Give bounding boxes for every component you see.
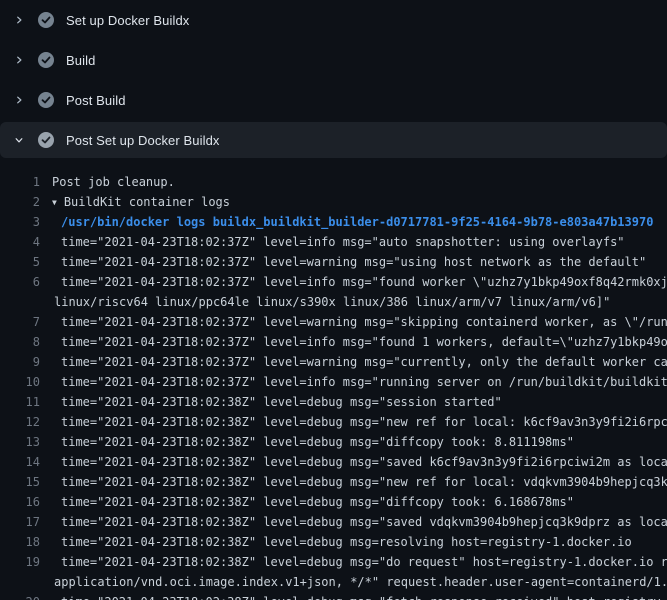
log-line: 19 time="2021-04-23T18:02:38Z" level=debu…	[0, 552, 667, 572]
log-line: 7 time="2021-04-23T18:02:37Z" level=warni…	[0, 312, 667, 332]
log-text: time="2021-04-23T18:02:37Z" level=info m…	[61, 272, 667, 292]
chevron-down-icon[interactable]	[12, 132, 26, 148]
step-row-build[interactable]: Build	[0, 40, 667, 80]
log-text: time="2021-04-23T18:02:38Z" level=debug …	[61, 452, 667, 472]
log-line-number[interactable]: 10	[0, 372, 40, 392]
actions-log-viewer: Set up Docker Buildx Build Post Build	[0, 0, 667, 600]
step-label: Post Build	[66, 93, 126, 108]
log-line: 9 time="2021-04-23T18:02:37Z" level=warni…	[0, 352, 667, 372]
step-list: Set up Docker Buildx Build Post Build	[0, 0, 667, 158]
log-line: 13 time="2021-04-23T18:02:38Z" level=debu…	[0, 432, 667, 452]
log-line-number[interactable]: 7	[0, 312, 40, 332]
step-row-setup-docker-buildx[interactable]: Set up Docker Buildx	[0, 0, 667, 40]
log-line-number[interactable]: 19	[0, 552, 40, 572]
log-line-number[interactable]: 5	[0, 252, 40, 272]
log-line: 3/usr/bin/docker logs buildx_buildkit_bu…	[0, 212, 667, 232]
log-line: 17 time="2021-04-23T18:02:38Z" level=debu…	[0, 512, 667, 532]
log-command-text: /usr/bin/docker logs buildx_buildkit_bui…	[61, 212, 653, 232]
log-line-number[interactable]: 12	[0, 412, 40, 432]
check-circle-icon	[38, 92, 54, 108]
check-circle-icon	[38, 12, 54, 28]
step-row-post-setup-docker-buildx[interactable]: Post Set up Docker Buildx	[0, 122, 667, 158]
chevron-right-icon[interactable]	[12, 12, 26, 28]
step-label: Build	[66, 53, 95, 68]
log-text: time="2021-04-23T18:02:37Z" level=info m…	[61, 232, 625, 252]
log-line: 14 time="2021-04-23T18:02:38Z" level=debu…	[0, 452, 667, 472]
log-line-continuation: linux/riscv64 linux/ppc64le linux/s390x …	[0, 292, 667, 312]
log-line: 5 time="2021-04-23T18:02:37Z" level=warni…	[0, 252, 667, 272]
log-line-number	[0, 292, 40, 312]
log-line: 15 time="2021-04-23T18:02:38Z" level=debu…	[0, 472, 667, 492]
log-line: 2 ▼ BuildKit container logs	[0, 192, 667, 212]
log-line: 10 time="2021-04-23T18:02:37Z" level=info…	[0, 372, 667, 392]
log-text: time="2021-04-23T18:02:37Z" level=info m…	[61, 372, 667, 392]
log-line-number[interactable]: 9	[0, 352, 40, 372]
log-text: time="2021-04-23T18:02:38Z" level=debug …	[61, 592, 667, 600]
log-line-number[interactable]: 8	[0, 332, 40, 352]
log-line: 12 time="2021-04-23T18:02:38Z" level=debu…	[0, 412, 667, 432]
log-text: time="2021-04-23T18:02:37Z" level=warnin…	[61, 312, 667, 332]
log-line-number[interactable]: 11	[0, 392, 40, 412]
step-label: Post Set up Docker Buildx	[66, 133, 220, 148]
log-text-wrapped: application/vnd.oci.image.index.v1+json,…	[54, 572, 667, 592]
log-text: Post job cleanup.	[52, 172, 175, 192]
log-text: time="2021-04-23T18:02:38Z" level=debug …	[61, 472, 667, 492]
log-line-number[interactable]: 2	[0, 192, 40, 212]
log-line: 11 time="2021-04-23T18:02:38Z" level=debu…	[0, 392, 667, 412]
log-group-toggle[interactable]: ▼ BuildKit container logs	[52, 192, 230, 212]
log-line: 20 time="2021-04-23T18:02:38Z" level=debu…	[0, 592, 667, 600]
log-line-number[interactable]: 20	[0, 592, 40, 600]
log-output: 1 Post job cleanup. 2 ▼ BuildKit container l…	[0, 160, 667, 600]
log-line-number[interactable]: 1	[0, 172, 40, 192]
check-circle-icon	[38, 52, 54, 68]
log-line-number[interactable]: 3	[0, 212, 40, 232]
log-text: time="2021-04-23T18:02:38Z" level=debug …	[61, 412, 667, 432]
log-line: 4 time="2021-04-23T18:02:37Z" level=info …	[0, 232, 667, 252]
log-text: time="2021-04-23T18:02:37Z" level=warnin…	[61, 252, 646, 272]
log-line-number[interactable]: 16	[0, 492, 40, 512]
log-line: 8 time="2021-04-23T18:02:37Z" level=info …	[0, 332, 667, 352]
log-text: time="2021-04-23T18:02:38Z" level=debug …	[61, 392, 502, 412]
log-line-continuation: application/vnd.oci.image.index.v1+json,…	[0, 572, 667, 592]
log-line-number[interactable]: 13	[0, 432, 40, 452]
log-line-number[interactable]: 4	[0, 232, 40, 252]
log-text: time="2021-04-23T18:02:38Z" level=debug …	[61, 532, 632, 552]
log-line-number[interactable]: 14	[0, 452, 40, 472]
log-group-label: BuildKit container logs	[64, 195, 230, 209]
log-line: 16 time="2021-04-23T18:02:38Z" level=debu…	[0, 492, 667, 512]
step-row-post-build[interactable]: Post Build	[0, 80, 667, 120]
group-expanded-triangle-icon[interactable]: ▼	[52, 193, 57, 212]
check-circle-icon	[38, 132, 54, 148]
log-text: time="2021-04-23T18:02:38Z" level=debug …	[61, 512, 667, 532]
log-text-wrapped: linux/riscv64 linux/ppc64le linux/s390x …	[54, 292, 610, 312]
log-line-number[interactable]: 17	[0, 512, 40, 532]
log-line-number[interactable]: 6	[0, 272, 40, 292]
log-text: time="2021-04-23T18:02:38Z" level=debug …	[61, 492, 574, 512]
log-text: time="2021-04-23T18:02:37Z" level=info m…	[61, 332, 667, 352]
log-line: 18 time="2021-04-23T18:02:38Z" level=debu…	[0, 532, 667, 552]
log-line: 1 Post job cleanup.	[0, 172, 667, 192]
step-label: Set up Docker Buildx	[66, 13, 189, 28]
log-text: time="2021-04-23T18:02:37Z" level=warnin…	[61, 352, 667, 372]
log-text: time="2021-04-23T18:02:38Z" level=debug …	[61, 552, 667, 572]
log-line-number[interactable]: 18	[0, 532, 40, 552]
chevron-right-icon[interactable]	[12, 52, 26, 68]
log-text: time="2021-04-23T18:02:38Z" level=debug …	[61, 432, 574, 452]
log-line-number[interactable]: 15	[0, 472, 40, 492]
log-line: 6 time="2021-04-23T18:02:37Z" level=info …	[0, 272, 667, 292]
chevron-right-icon[interactable]	[12, 92, 26, 108]
log-line-number	[0, 572, 40, 592]
